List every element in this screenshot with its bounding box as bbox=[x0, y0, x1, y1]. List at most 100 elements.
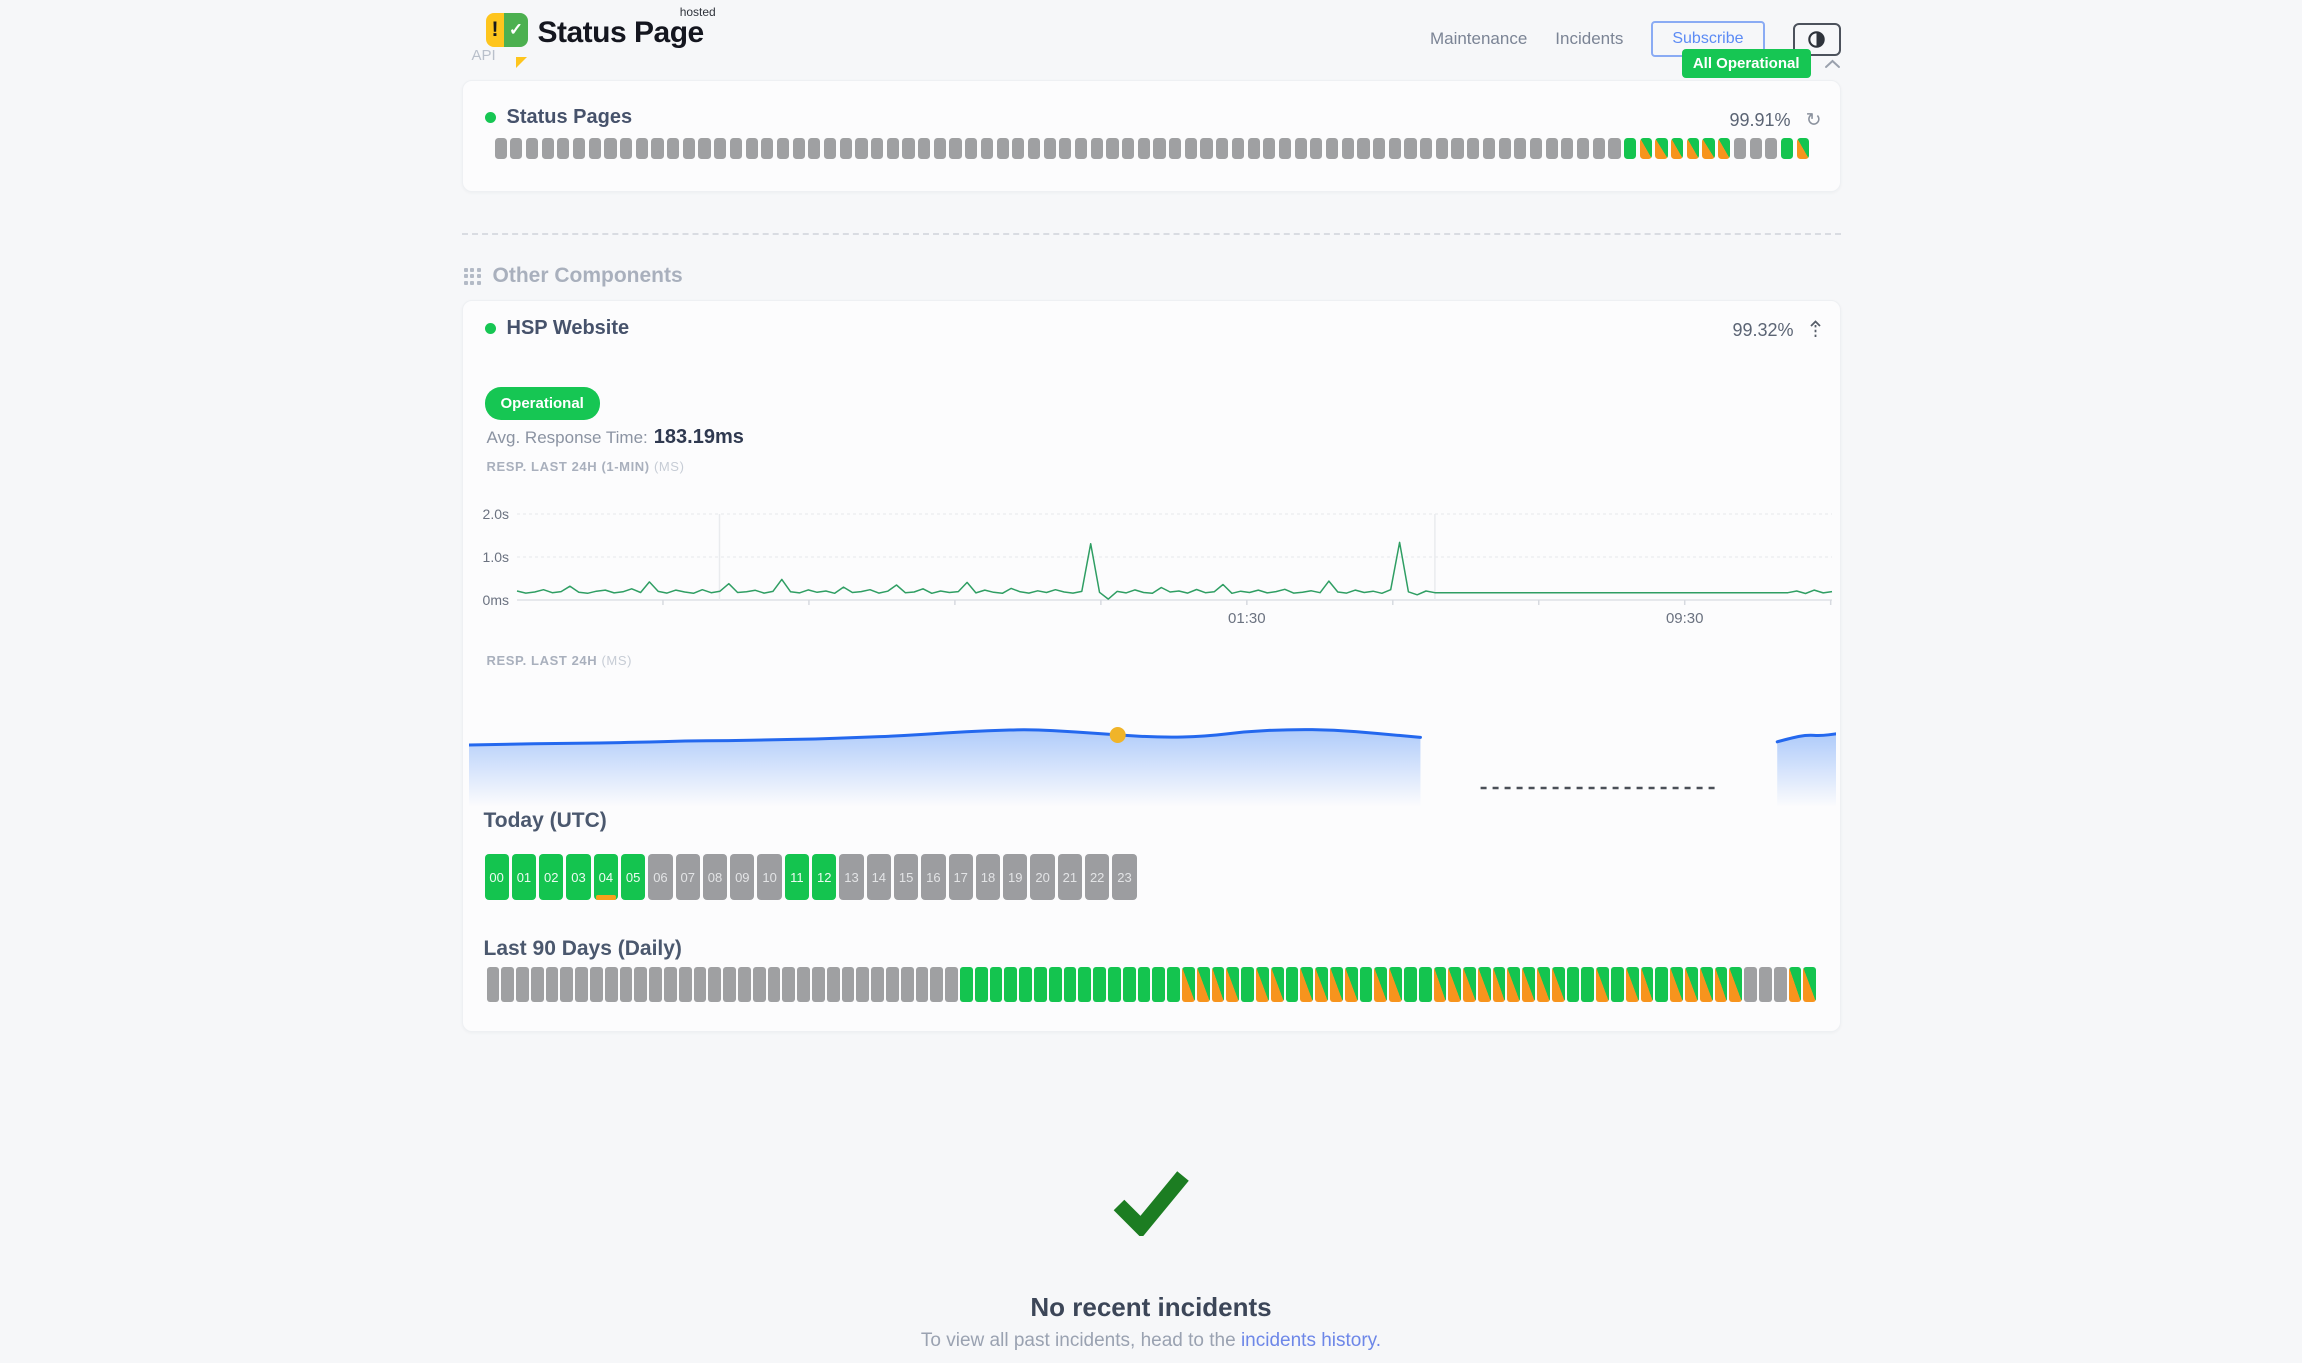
uptime-bar[interactable] bbox=[1685, 967, 1698, 1002]
uptime-bar[interactable] bbox=[1789, 967, 1802, 1002]
hour-block[interactable]: 22 bbox=[1085, 854, 1109, 900]
uptime-bar[interactable] bbox=[1797, 138, 1809, 159]
uptime-bar[interactable] bbox=[667, 138, 679, 159]
uptime-bar[interactable] bbox=[526, 138, 538, 159]
uptime-bar[interactable] bbox=[1420, 138, 1432, 159]
uptime-bar[interactable] bbox=[1167, 967, 1180, 1002]
uptime-bar[interactable] bbox=[1640, 138, 1652, 159]
uptime-bar[interactable] bbox=[679, 967, 692, 1002]
uptime-bar[interactable] bbox=[965, 138, 977, 159]
uptime-bar[interactable] bbox=[1467, 138, 1479, 159]
uptime-bar[interactable] bbox=[902, 138, 914, 159]
uptime-bar[interactable] bbox=[1436, 138, 1448, 159]
uptime-bar[interactable] bbox=[1315, 967, 1328, 1002]
uptime-bar[interactable] bbox=[1064, 967, 1077, 1002]
uptime-bar[interactable] bbox=[723, 967, 736, 1002]
hour-block[interactable]: 16 bbox=[921, 854, 945, 900]
hour-block[interactable]: 11 bbox=[785, 854, 809, 900]
hour-block[interactable]: 21 bbox=[1058, 854, 1082, 900]
uptime-bar[interactable] bbox=[1138, 138, 1150, 159]
hour-block[interactable]: 18 bbox=[976, 854, 1000, 900]
uptime-bar[interactable] bbox=[1374, 967, 1387, 1002]
uptime-bar[interactable] bbox=[1803, 967, 1816, 1002]
uptime-bar[interactable] bbox=[1655, 967, 1668, 1002]
uptime-bar[interactable] bbox=[516, 967, 529, 1002]
uptime-bar[interactable] bbox=[605, 967, 618, 1002]
uptime-bar[interactable] bbox=[1522, 967, 1535, 1002]
uptime-bar[interactable] bbox=[714, 138, 726, 159]
uptime-bar[interactable] bbox=[589, 138, 601, 159]
uptime-bar[interactable] bbox=[1577, 138, 1589, 159]
uptime-bar[interactable] bbox=[1419, 967, 1432, 1002]
uptime-bar[interactable] bbox=[1019, 967, 1032, 1002]
uptime-bar[interactable] bbox=[1759, 967, 1772, 1002]
uptime-bar[interactable] bbox=[1241, 967, 1254, 1002]
uptime-bar[interactable] bbox=[1734, 138, 1746, 159]
nav-maintenance[interactable]: Maintenance bbox=[1430, 29, 1527, 49]
uptime-bar[interactable] bbox=[1608, 138, 1620, 159]
uptime-bar[interactable] bbox=[856, 967, 869, 1002]
uptime-bar[interactable] bbox=[560, 967, 573, 1002]
uptime-bar[interactable] bbox=[590, 967, 603, 1002]
uptime-bar[interactable] bbox=[1389, 138, 1401, 159]
uptime-bar[interactable] bbox=[871, 138, 883, 159]
uptime-bar[interactable] bbox=[557, 138, 569, 159]
uptime-bar[interactable] bbox=[1434, 967, 1447, 1002]
hour-block[interactable]: 20 bbox=[1030, 854, 1054, 900]
uptime-bar[interactable] bbox=[918, 138, 930, 159]
uptime-bar[interactable] bbox=[1256, 967, 1269, 1002]
uptime-bar[interactable] bbox=[1626, 967, 1639, 1002]
hour-block[interactable]: 01 bbox=[512, 854, 536, 900]
uptime-bar[interactable] bbox=[683, 138, 695, 159]
uptime-bar[interactable] bbox=[855, 138, 867, 159]
uptime-bar[interactable] bbox=[1373, 138, 1385, 159]
uptime-bar[interactable] bbox=[1624, 138, 1636, 159]
uptime-bar[interactable] bbox=[698, 138, 710, 159]
uptime-bar[interactable] bbox=[1028, 138, 1040, 159]
uptime-bar[interactable] bbox=[1123, 967, 1136, 1002]
uptime-bar[interactable] bbox=[761, 138, 773, 159]
uptime-bar[interactable] bbox=[1360, 967, 1373, 1002]
uptime-bar[interactable] bbox=[1212, 967, 1225, 1002]
uptime-bar[interactable] bbox=[1567, 967, 1580, 1002]
uptime-bar[interactable] bbox=[1044, 138, 1056, 159]
uptime-bar[interactable] bbox=[840, 138, 852, 159]
uptime-bar[interactable] bbox=[738, 967, 751, 1002]
hour-block[interactable]: 07 bbox=[676, 854, 700, 900]
uptime-bar[interactable] bbox=[1169, 138, 1181, 159]
uptime-bar[interactable] bbox=[1561, 138, 1573, 159]
uptime-bar[interactable] bbox=[1075, 138, 1087, 159]
uptime-bar[interactable] bbox=[1185, 138, 1197, 159]
uptime-bar[interactable] bbox=[1345, 967, 1358, 1002]
uptime-bar[interactable] bbox=[1493, 967, 1506, 1002]
uptime-bar[interactable] bbox=[1593, 138, 1605, 159]
uptime-bar[interactable] bbox=[1059, 138, 1071, 159]
uptime-bar[interactable] bbox=[1248, 138, 1260, 159]
uptime-bar[interactable] bbox=[1004, 967, 1017, 1002]
uptime-bar[interactable] bbox=[1326, 138, 1338, 159]
hour-block[interactable]: 02 bbox=[539, 854, 563, 900]
uptime-bar[interactable] bbox=[1611, 967, 1624, 1002]
uptime-bar[interactable] bbox=[1552, 967, 1565, 1002]
uptime-bar[interactable] bbox=[793, 138, 805, 159]
uptime-bar[interactable] bbox=[1729, 967, 1742, 1002]
hour-block[interactable]: 12 bbox=[812, 854, 836, 900]
uptime-bar[interactable] bbox=[746, 138, 758, 159]
uptime-bar[interactable] bbox=[651, 138, 663, 159]
uptime-bar[interactable] bbox=[1389, 967, 1402, 1002]
hour-block[interactable]: 14 bbox=[867, 854, 891, 900]
hour-block[interactable]: 10 bbox=[757, 854, 781, 900]
uptime-bar[interactable] bbox=[1295, 138, 1307, 159]
uptime-bar[interactable] bbox=[1271, 967, 1284, 1002]
uptime-bar[interactable] bbox=[708, 967, 721, 1002]
uptime-bar[interactable] bbox=[1514, 138, 1526, 159]
uptime-bar[interactable] bbox=[930, 967, 943, 1002]
uptime-bar[interactable] bbox=[768, 967, 781, 1002]
uptime-bar[interactable] bbox=[1152, 967, 1165, 1002]
uptime-bar[interactable] bbox=[827, 967, 840, 1002]
uptime-bar[interactable] bbox=[887, 138, 899, 159]
uptime-bar[interactable] bbox=[812, 967, 825, 1002]
uptime-bar[interactable] bbox=[1499, 138, 1511, 159]
uptime-bar[interactable] bbox=[495, 138, 507, 159]
uptime-bar[interactable] bbox=[949, 138, 961, 159]
